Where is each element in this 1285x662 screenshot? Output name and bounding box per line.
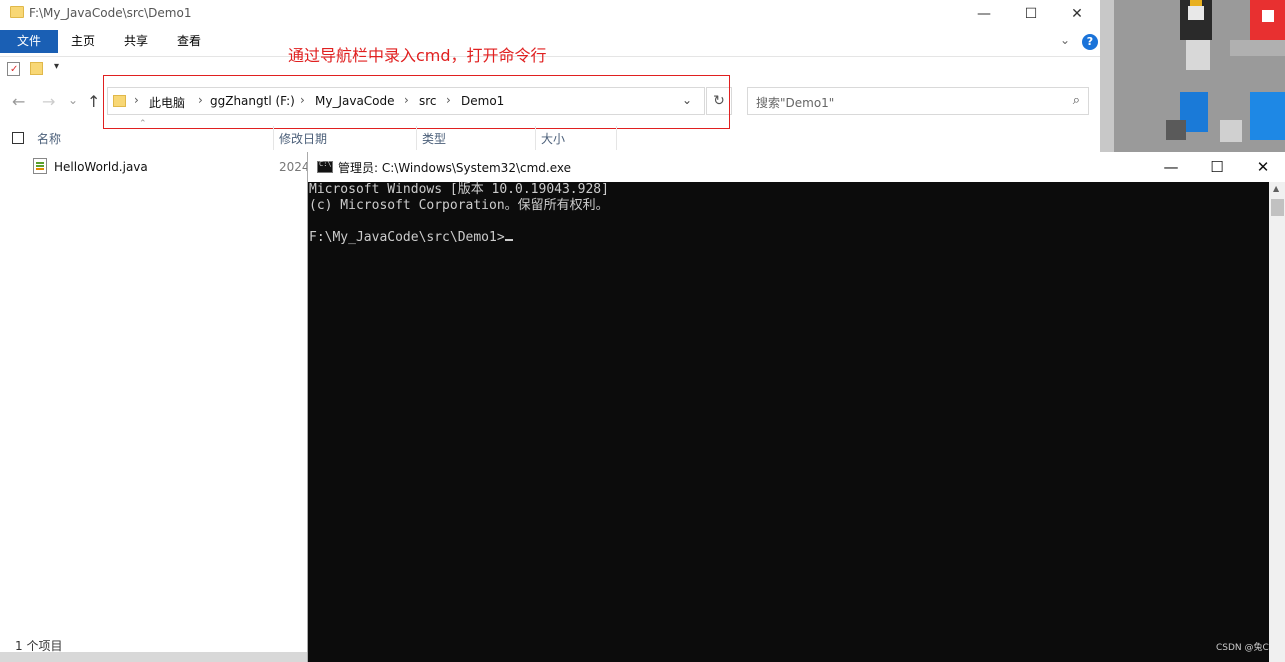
- taskbar-strip: [0, 652, 307, 662]
- text-cursor: [504, 239, 513, 241]
- cmd-minimize-button[interactable]: —: [1148, 152, 1194, 182]
- column-type[interactable]: 类型: [422, 130, 446, 147]
- annotation-text: 通过导航栏中录入cmd，打开命令行: [288, 46, 547, 65]
- back-button[interactable]: ←: [12, 92, 25, 111]
- annotation-highlight-box: [103, 75, 730, 129]
- search-placeholder: 搜索"Demo1": [756, 96, 835, 110]
- column-date[interactable]: 修改日期: [279, 130, 327, 147]
- cmd-icon: C:\: [317, 160, 333, 173]
- ribbon-tabs: 文件 主页 共享 查看: [0, 30, 1100, 53]
- scroll-up-arrow-icon[interactable]: ▲: [1273, 184, 1279, 193]
- scroll-thumb[interactable]: [1271, 199, 1284, 216]
- column-divider[interactable]: [273, 126, 274, 150]
- column-headers: 名称 修改日期 类型 大小: [0, 126, 1100, 150]
- cmd-scrollbar[interactable]: ▲: [1269, 182, 1285, 662]
- console-line: (c) Microsoft Corporation。保留所有权利。: [309, 198, 609, 213]
- forward-button[interactable]: →: [42, 92, 55, 111]
- customize-dropdown-icon[interactable]: ▾: [54, 61, 59, 72]
- cmd-close-button[interactable]: ✕: [1240, 152, 1285, 182]
- cmd-titlebar: C:\ 管理员: C:\Windows\System32\cmd.exe — ☐…: [308, 152, 1285, 182]
- folder-icon: [10, 6, 24, 18]
- search-box[interactable]: 搜索"Demo1" ⌕: [747, 87, 1089, 115]
- select-all-checkbox[interactable]: [12, 132, 24, 144]
- cmd-window: C:\ 管理员: C:\Windows\System32\cmd.exe — ☐…: [307, 152, 1285, 662]
- column-size[interactable]: 大小: [541, 130, 565, 147]
- maximize-button[interactable]: ☐: [1008, 0, 1054, 28]
- console-line: ​: [309, 214, 1268, 230]
- cmd-maximize-button[interactable]: ☐: [1194, 152, 1240, 182]
- column-divider[interactable]: [416, 126, 417, 150]
- console-output[interactable]: Microsoft Windows [版本 10.0.19043.928] (c)…: [308, 182, 1269, 662]
- ribbon-expand-chevron-icon[interactable]: ⌄: [1060, 33, 1070, 47]
- explorer-titlebar: F:\My_JavaCode\src\Demo1 — ☐ ✕: [0, 0, 1100, 28]
- tab-view[interactable]: 查看: [163, 30, 215, 53]
- background-desktop: [1100, 0, 1285, 152]
- search-icon[interactable]: ⌕: [1073, 93, 1080, 108]
- column-divider[interactable]: [535, 126, 536, 150]
- close-button[interactable]: ✕: [1054, 0, 1100, 28]
- console-prompt-line: F:\My_JavaCode\src\Demo1>: [309, 230, 1268, 246]
- file-row[interactable]: HelloWorld.java 2024: [0, 156, 310, 178]
- up-button[interactable]: ↑: [87, 92, 100, 111]
- help-icon[interactable]: ?: [1082, 34, 1098, 50]
- column-divider[interactable]: [616, 126, 617, 150]
- window-title: F:\My_JavaCode\src\Demo1: [29, 6, 192, 20]
- console-line: Microsoft Windows [版本 10.0.19043.928]: [309, 182, 609, 197]
- file-name: HelloWorld.java: [54, 160, 148, 174]
- column-name[interactable]: 名称: [37, 130, 61, 147]
- new-folder-icon[interactable]: [30, 62, 43, 75]
- cmd-window-title: 管理员: C:\Windows\System32\cmd.exe: [338, 161, 571, 175]
- minimize-button[interactable]: —: [961, 0, 1007, 28]
- tab-share[interactable]: 共享: [110, 30, 162, 53]
- file-date: 2024: [279, 160, 310, 174]
- console-prompt: F:\My_JavaCode\src\Demo1>: [309, 230, 505, 245]
- recent-locations-button[interactable]: ⌄: [68, 93, 78, 107]
- java-file-icon: [33, 158, 47, 174]
- tab-home[interactable]: 主页: [58, 30, 108, 53]
- watermark: CSDN @兔C: [1216, 643, 1269, 653]
- tab-file[interactable]: 文件: [0, 30, 58, 53]
- properties-icon[interactable]: ✓: [7, 62, 20, 76]
